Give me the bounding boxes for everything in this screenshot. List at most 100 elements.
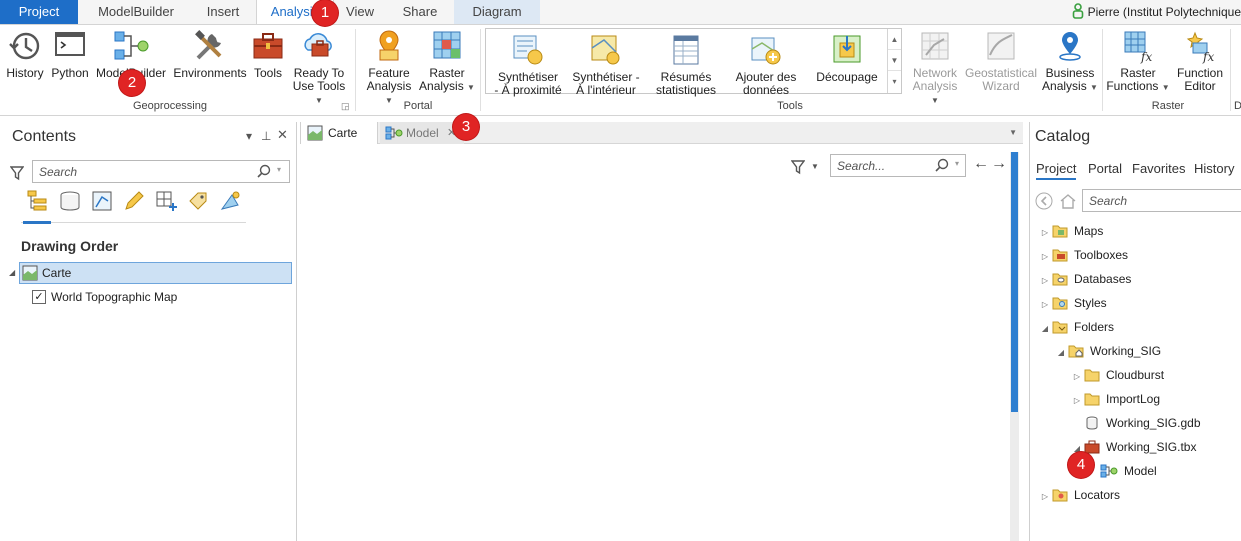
gallery-expand-icon[interactable]: ▾ (888, 71, 901, 92)
catalog-item-locators[interactable]: ▷ Locators (1038, 484, 1120, 506)
layer-visibility-checkbox[interactable]: ✓ (32, 290, 46, 304)
tab-project[interactable]: Project (0, 0, 78, 24)
collapse-icon[interactable]: ◢ (1038, 318, 1052, 340)
catalog-item-working-sig[interactable]: ◢ Working_SIG (1054, 340, 1161, 362)
raster-functions-button[interactable]: fx Raster Functions ▼ (1106, 28, 1170, 94)
business-label-1: Business (1045, 66, 1095, 80)
svg-text:fx: fx (1140, 50, 1152, 64)
user-name: Pierre (Institut Polytechnique (1087, 5, 1241, 19)
drawing-order-icon[interactable] (26, 189, 50, 213)
geostatistical-wizard-button[interactable]: Geostatistical Wizard (964, 28, 1038, 93)
data-source-icon[interactable] (58, 189, 82, 213)
view-list-chevron-icon[interactable]: ▼ (1009, 128, 1017, 137)
group-label-raster: Raster (1151, 100, 1185, 112)
catalog-item-label: Working_SIG.gdb (1106, 416, 1201, 430)
geostat-label-2: Wizard (982, 79, 1020, 93)
catalog-tab-portal[interactable]: Portal (1088, 161, 1122, 176)
network-analysis-button[interactable]: Network Analysis ▼ (908, 28, 962, 107)
raster-analysis-button[interactable]: Raster Analysis ▼ (418, 28, 476, 94)
tab-share[interactable]: Share (388, 0, 452, 24)
editing-icon[interactable] (122, 189, 146, 213)
resumes-statistiques-button[interactable]: Résumés statistiques (650, 32, 722, 97)
labeling-icon[interactable] (186, 189, 210, 213)
expand-icon[interactable]: ▷ (1038, 270, 1052, 292)
dialog-launcher-icon[interactable]: ◲ (341, 101, 350, 112)
business-analysis-button[interactable]: Business Analysis ▼ (1042, 28, 1098, 94)
folder-maps-icon (1052, 225, 1068, 238)
expand-icon[interactable]: ▷ (1038, 294, 1052, 316)
chevron-down-icon[interactable]: ▾ (277, 165, 281, 174)
view-scrollbar[interactable] (1010, 152, 1019, 541)
expand-icon[interactable]: ▷ (1038, 222, 1052, 244)
catalog-item-importlog[interactable]: ▷ ImportLog (1070, 388, 1160, 410)
tab-modelbuilder[interactable]: ModelBuilder (82, 0, 190, 24)
snapping-icon[interactable] (154, 189, 178, 213)
environments-button[interactable]: Environments (172, 28, 248, 80)
catalog-item-model[interactable]: Model (1086, 460, 1157, 482)
function-editor-button[interactable]: fx Function Editor (1172, 28, 1228, 93)
catalog-item-databases[interactable]: ▷ Databases (1038, 268, 1131, 290)
tool-label-2: données (742, 83, 790, 97)
catalog-item-cloudburst[interactable]: ▷ Cloudburst (1070, 364, 1164, 386)
contents-search-input[interactable]: Search ▾ (32, 160, 290, 183)
catalog-item-toolboxes[interactable]: ▷ Toolboxes (1038, 244, 1128, 266)
tab-insert[interactable]: Insert (192, 0, 254, 24)
history-icon (9, 32, 40, 60)
layer-name[interactable]: World Topographic Map (51, 290, 177, 304)
expand-icon[interactable]: ▷ (1038, 486, 1052, 508)
decoupage-button[interactable]: Découpage (812, 32, 882, 84)
group-divider (1230, 29, 1231, 111)
catalog-tab-favorites[interactable]: Favorites (1132, 161, 1185, 176)
gallery-up-icon[interactable]: ▲ (888, 29, 901, 50)
catalog-search-input[interactable]: Search (1082, 189, 1241, 212)
model-canvas[interactable]: ▼ Search... ▾ ← → (301, 144, 1023, 541)
tab-map-carte[interactable]: Carte (300, 122, 378, 144)
tools-button[interactable]: Tools (250, 28, 286, 80)
expand-icon[interactable]: ▷ (1038, 246, 1052, 268)
selection-icon[interactable] (90, 189, 114, 213)
user-account[interactable]: Pierre (Institut Polytechnique (1072, 0, 1241, 24)
python-button[interactable]: Python (48, 28, 92, 80)
synthetiser-interieur-button[interactable]: Synthétiser - À l'intérieur (568, 32, 644, 97)
charts-icon[interactable] (218, 189, 242, 213)
group-divider (1102, 29, 1103, 111)
history-button[interactable]: History (4, 28, 46, 80)
ready-to-use-tools-button[interactable]: Ready To Use Tools ▼ (288, 28, 350, 107)
filter-icon[interactable] (791, 159, 805, 175)
close-icon[interactable]: ✕ (277, 127, 288, 143)
synthetiser-proximite-button[interactable]: Synthétiser - À proximité (492, 32, 564, 97)
back-arrow-icon[interactable]: ← (973, 155, 989, 173)
catalog-item-styles[interactable]: ▷ Styles (1038, 292, 1107, 314)
chevron-down-icon[interactable]: ▾ (955, 159, 959, 168)
pane-options-icon[interactable]: ▾ (246, 129, 252, 143)
view-search-input[interactable]: Search... ▾ (830, 154, 966, 177)
ajouter-donnees-button[interactable]: Ajouter des données (730, 32, 802, 97)
scrollbar-thumb[interactable] (1011, 152, 1018, 412)
expand-icon[interactable]: ▷ (1070, 366, 1084, 388)
feature-analysis-button[interactable]: Feature Analysis ▼ (362, 28, 416, 107)
catalog-item-folders[interactable]: ◢ Folders (1038, 316, 1114, 338)
catalog-item-label: Databases (1074, 272, 1132, 286)
gallery-scroll[interactable]: ▲ ▼ ▾ (887, 29, 901, 93)
tab-model[interactable]: Model ✕ (380, 122, 464, 144)
catalog-tab-history[interactable]: History (1194, 161, 1234, 176)
expand-icon[interactable]: ▷ (1070, 390, 1084, 412)
catalog-item-label: Folders (1074, 320, 1115, 334)
catalog-item-gdb[interactable]: Working_SIG.gdb (1070, 412, 1201, 434)
expand-icon[interactable]: ◢ (9, 268, 15, 277)
pin-icon[interactable]: ⊥ (261, 129, 271, 143)
collapse-icon[interactable]: ◢ (1054, 342, 1068, 364)
filter-icon[interactable] (10, 165, 24, 181)
catalog-tab-project[interactable]: Project (1036, 161, 1077, 180)
catalog-pane: Catalog Project Portal Favorites History… (1029, 122, 1241, 541)
tool-label-2: À l'intérieur (576, 83, 636, 97)
tab-diagram[interactable]: Diagram (454, 0, 540, 24)
home-icon[interactable] (1059, 192, 1077, 210)
back-arrow-icon[interactable] (1035, 192, 1053, 210)
tab-view[interactable]: View (334, 0, 386, 24)
gallery-down-icon[interactable]: ▼ (888, 50, 901, 71)
chevron-down-icon[interactable]: ▼ (811, 162, 819, 171)
view-tab-strip: Carte Model ✕ ▼ (300, 122, 1023, 144)
catalog-item-maps[interactable]: ▷ Maps (1038, 220, 1103, 242)
forward-arrow-icon[interactable]: → (991, 155, 1007, 173)
